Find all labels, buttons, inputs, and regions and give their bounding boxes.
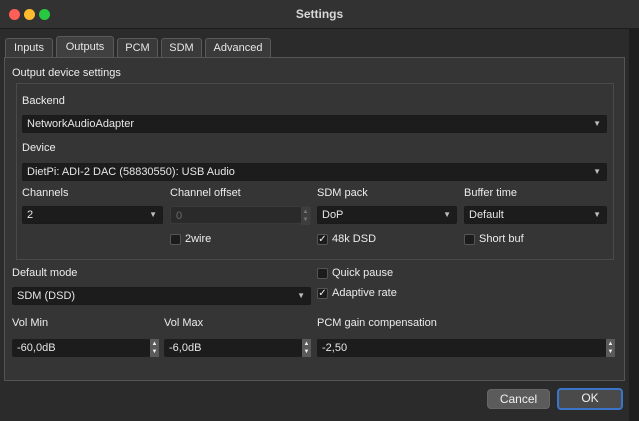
vol-max-label: Vol Max	[164, 317, 204, 329]
channel-offset-spinbox[interactable]: 0 ▲ ▼	[170, 206, 311, 225]
sdm-pack-select[interactable]: DoP ▼	[317, 206, 457, 224]
channel-offset-label: Channel offset	[170, 187, 241, 199]
sdm-pack-value: DoP	[322, 209, 344, 221]
tab-outputs[interactable]: Outputs	[56, 36, 114, 58]
arrow-down-icon[interactable]: ▼	[302, 217, 309, 223]
default-mode-label: Default mode	[12, 267, 78, 279]
chevron-down-icon: ▼	[443, 210, 451, 219]
buffer-time-select[interactable]: Default ▼	[464, 206, 607, 224]
shortbuf-label: Short buf	[479, 233, 524, 245]
chevron-down-icon: ▼	[593, 210, 601, 219]
channels-label: Channels	[22, 187, 69, 199]
device-label: Device	[22, 142, 56, 154]
vol-max-value: -6,0dB	[169, 342, 202, 354]
chevron-down-icon: ▼	[149, 210, 157, 219]
buffer-time-value: Default	[469, 209, 504, 221]
adaptive-rate-checkbox[interactable]: ✓	[317, 288, 328, 299]
arrow-down-icon[interactable]: ▼	[151, 349, 158, 355]
arrow-down-icon[interactable]: ▼	[607, 349, 614, 355]
arrow-up-icon[interactable]: ▲	[303, 341, 310, 347]
vol-min-label: Vol Min	[12, 317, 49, 329]
cancel-button[interactable]: Cancel	[487, 389, 550, 409]
ok-button[interactable]: OK	[557, 388, 623, 410]
vol-min-value: -60,0dB	[17, 342, 56, 354]
quick-pause-checkbox[interactable]	[317, 268, 328, 279]
pcm-gain-spinbox[interactable]: -2,50 ▲ ▼	[317, 339, 615, 357]
default-mode-value: SDM (DSD)	[17, 290, 76, 302]
background-window-edge	[629, 28, 639, 421]
vol-min-spinbox[interactable]: -60,0dB ▲ ▼	[12, 339, 159, 357]
spin-buttons[interactable]: ▲ ▼	[301, 207, 310, 225]
pcm-gain-label: PCM gain compensation	[317, 317, 437, 329]
backend-label: Backend	[22, 95, 65, 107]
quick-pause-label: Quick pause	[332, 267, 394, 279]
arrow-up-icon[interactable]: ▲	[151, 341, 158, 347]
pcm-gain-value: -2,50	[322, 342, 348, 354]
adaptive-rate-label: Adaptive rate	[332, 287, 397, 299]
tab-inputs[interactable]: Inputs	[5, 38, 53, 58]
vol-max-spinbox[interactable]: -6,0dB ▲ ▼	[164, 339, 311, 357]
shortbuf-checkbox[interactable]	[464, 234, 475, 245]
channel-offset-value: 0	[176, 210, 183, 222]
chevron-down-icon: ▼	[297, 291, 305, 300]
output-device-section-label: Output device settings	[12, 67, 121, 79]
dsd48k-label: 48k DSD	[332, 233, 377, 245]
twowire-checkbox[interactable]	[170, 234, 181, 245]
chevron-down-icon: ▼	[593, 167, 601, 176]
buffer-time-label: Buffer time	[464, 187, 517, 199]
tab-pcm[interactable]: PCM	[117, 38, 158, 58]
chevron-down-icon: ▼	[593, 119, 601, 128]
sdm-pack-label: SDM pack	[317, 187, 368, 199]
arrow-down-icon[interactable]: ▼	[303, 349, 310, 355]
channels-value: 2	[27, 209, 34, 221]
backend-value: NetworkAudioAdapter	[27, 118, 135, 130]
window-title: Settings	[295, 7, 344, 21]
title-bar[interactable]: Settings	[0, 0, 639, 29]
backend-select[interactable]: NetworkAudioAdapter ▼	[22, 115, 607, 133]
device-select[interactable]: DietPi: ADI-2 DAC (58830550): USB Audio …	[22, 163, 607, 181]
spin-buttons[interactable]: ▲ ▼	[606, 339, 615, 357]
arrow-up-icon[interactable]: ▲	[302, 209, 309, 215]
tab-sdm[interactable]: SDM	[161, 38, 202, 58]
dsd48k-checkbox[interactable]: ✓	[317, 234, 328, 245]
channels-select[interactable]: 2 ▼	[22, 206, 163, 224]
default-mode-select[interactable]: SDM (DSD) ▼	[12, 287, 311, 305]
spin-buttons[interactable]: ▲ ▼	[150, 339, 159, 357]
arrow-up-icon[interactable]: ▲	[607, 341, 614, 347]
device-value: DietPi: ADI-2 DAC (58830550): USB Audio	[27, 166, 235, 178]
tab-advanced[interactable]: Advanced	[205, 38, 271, 58]
spin-buttons[interactable]: ▲ ▼	[302, 339, 311, 357]
twowire-label: 2wire	[185, 233, 212, 245]
